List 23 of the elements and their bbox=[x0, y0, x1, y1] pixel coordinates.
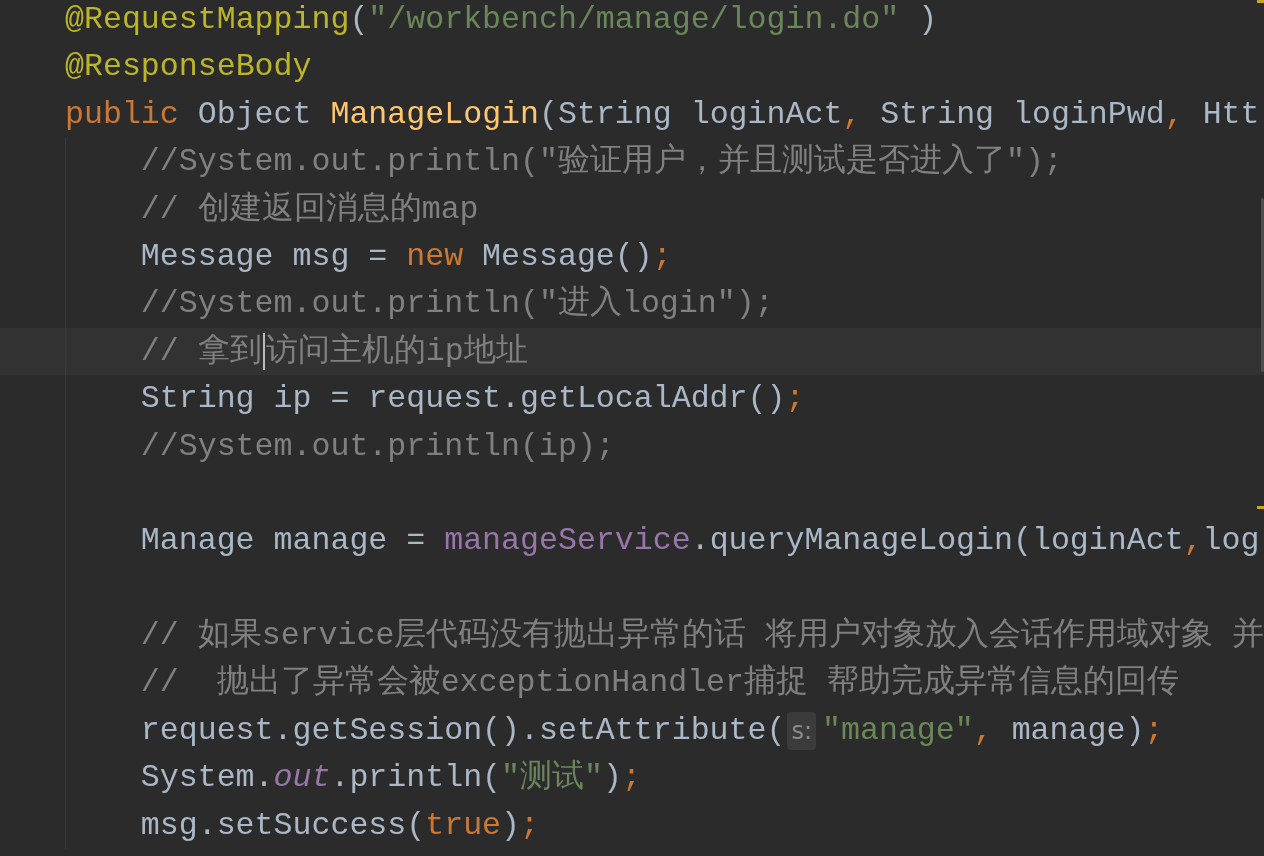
code-line: Message msg = new Message(); bbox=[140, 237, 672, 276]
stripe-mark-icon[interactable] bbox=[1257, 0, 1264, 3]
code-line: public Object ManageLogin(String loginAct, String loginPwd, Htt bbox=[65, 95, 1260, 134]
code-fragment: request.getSession().setAttribute( bbox=[140, 711, 786, 750]
code-line: @RequestMapping("/workbench/manage/login.do" ) bbox=[65, 1, 938, 39]
scrollbar-thumb[interactable] bbox=[1261, 198, 1264, 372]
stripe-mark-icon[interactable] bbox=[1257, 506, 1264, 509]
code-fragment: "manage", manage); bbox=[822, 711, 1164, 750]
code-line: String ip = request.getLocalAddr(); bbox=[140, 380, 805, 419]
code-line: //System.out.println("进入login"); bbox=[140, 284, 774, 324]
code-line: // 抛出了异常会被exceptionHandler捕捉 帮助完成异常信息的回传 bbox=[140, 663, 1179, 703]
code-line: Manage manage = manageService.queryManageLogin(loginAct,log bbox=[140, 522, 1260, 561]
code-line: // 创建返回消息的map bbox=[140, 190, 479, 229]
code-line: //System.out.println("验证用户，并且测试是否进入了"); bbox=[140, 142, 1063, 182]
code-fragment: 访问主机的ip地址 bbox=[265, 332, 528, 371]
code-line: @ResponseBody bbox=[65, 48, 312, 87]
parameter-hint: s: bbox=[787, 711, 817, 750]
code-line: //System.out.println(ip); bbox=[140, 427, 615, 466]
text-cursor bbox=[262, 332, 265, 370]
code-line: msg.setSuccess(true); bbox=[140, 806, 539, 845]
code-fragment: // 拿到 bbox=[140, 332, 262, 371]
code-line: // 如果service层代码没有抛出异常的话 将用户对象放入会话作用域对象 并 bbox=[140, 616, 1264, 656]
code-line: System.out.println("测试"); bbox=[140, 758, 641, 798]
